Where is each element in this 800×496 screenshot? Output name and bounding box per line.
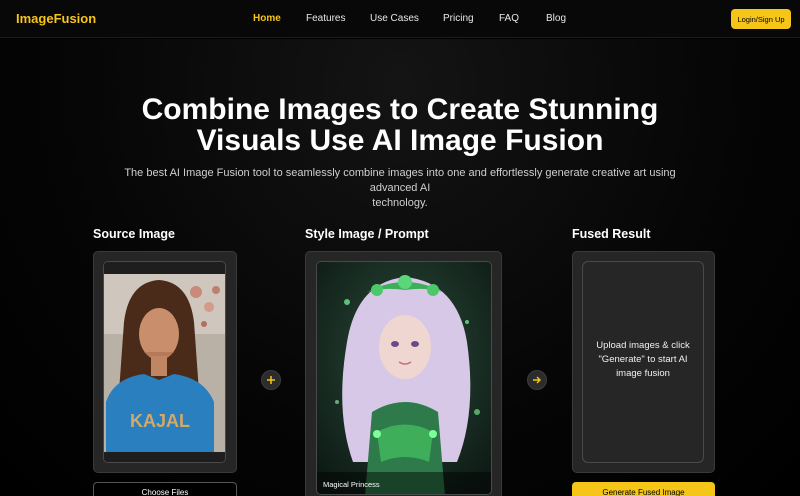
placeholder-line2: "Generate" to start AI [598, 354, 688, 365]
nav-link-home[interactable]: Home [253, 13, 281, 24]
hero-title-line1: Combine Images to Create Stunning [141, 93, 659, 126]
hero-subtitle: The best AI Image Fusion tool to seamles… [110, 166, 690, 211]
fused-result-title: Fused Result [572, 227, 651, 241]
nav-link-faq[interactable]: FAQ [499, 13, 519, 24]
generate-fused-image-button[interactable]: Generate Fused Image [572, 482, 715, 496]
hero-subtitle-line2: technology. [372, 197, 428, 209]
logo[interactable]: ImageFusion [16, 11, 96, 26]
placeholder-line1: Upload images & click [596, 340, 690, 351]
shirt-print-text: KAJAL [130, 411, 190, 431]
style-image-caption: Magical Princess [323, 480, 380, 489]
fused-result-placeholder: Upload images & click "Generate" to star… [592, 339, 694, 381]
login-signup-button[interactable]: Login/Sign Up [731, 9, 791, 29]
style-image-preview[interactable] [316, 261, 492, 495]
nav-link-use-cases[interactable]: Use Cases [370, 13, 419, 24]
placeholder-line3: image fusion [616, 368, 670, 379]
arrow-right-icon [527, 370, 547, 390]
source-image-title: Source Image [93, 227, 175, 241]
nav-link-features[interactable]: Features [306, 13, 345, 24]
hero-subtitle-line1: The best AI Image Fusion tool to seamles… [124, 167, 676, 194]
source-photo-illustration: KAJAL [104, 262, 225, 462]
nav-link-blog[interactable]: Blog [546, 13, 566, 24]
hero-title-line2: Visuals Use AI Image Fusion [196, 124, 604, 157]
style-image-title: Style Image / Prompt [305, 227, 429, 241]
nav-link-pricing[interactable]: Pricing [443, 13, 474, 24]
hero-title: Combine Images to Create Stunning Visual… [0, 94, 800, 156]
choose-files-button[interactable]: Choose Files [93, 482, 237, 496]
plus-icon [261, 370, 281, 390]
style-photo-illustration [317, 262, 491, 494]
top-nav: ImageFusion Home Features Use Cases Pric… [0, 0, 800, 38]
source-image-preview[interactable]: KAJAL [103, 261, 226, 463]
